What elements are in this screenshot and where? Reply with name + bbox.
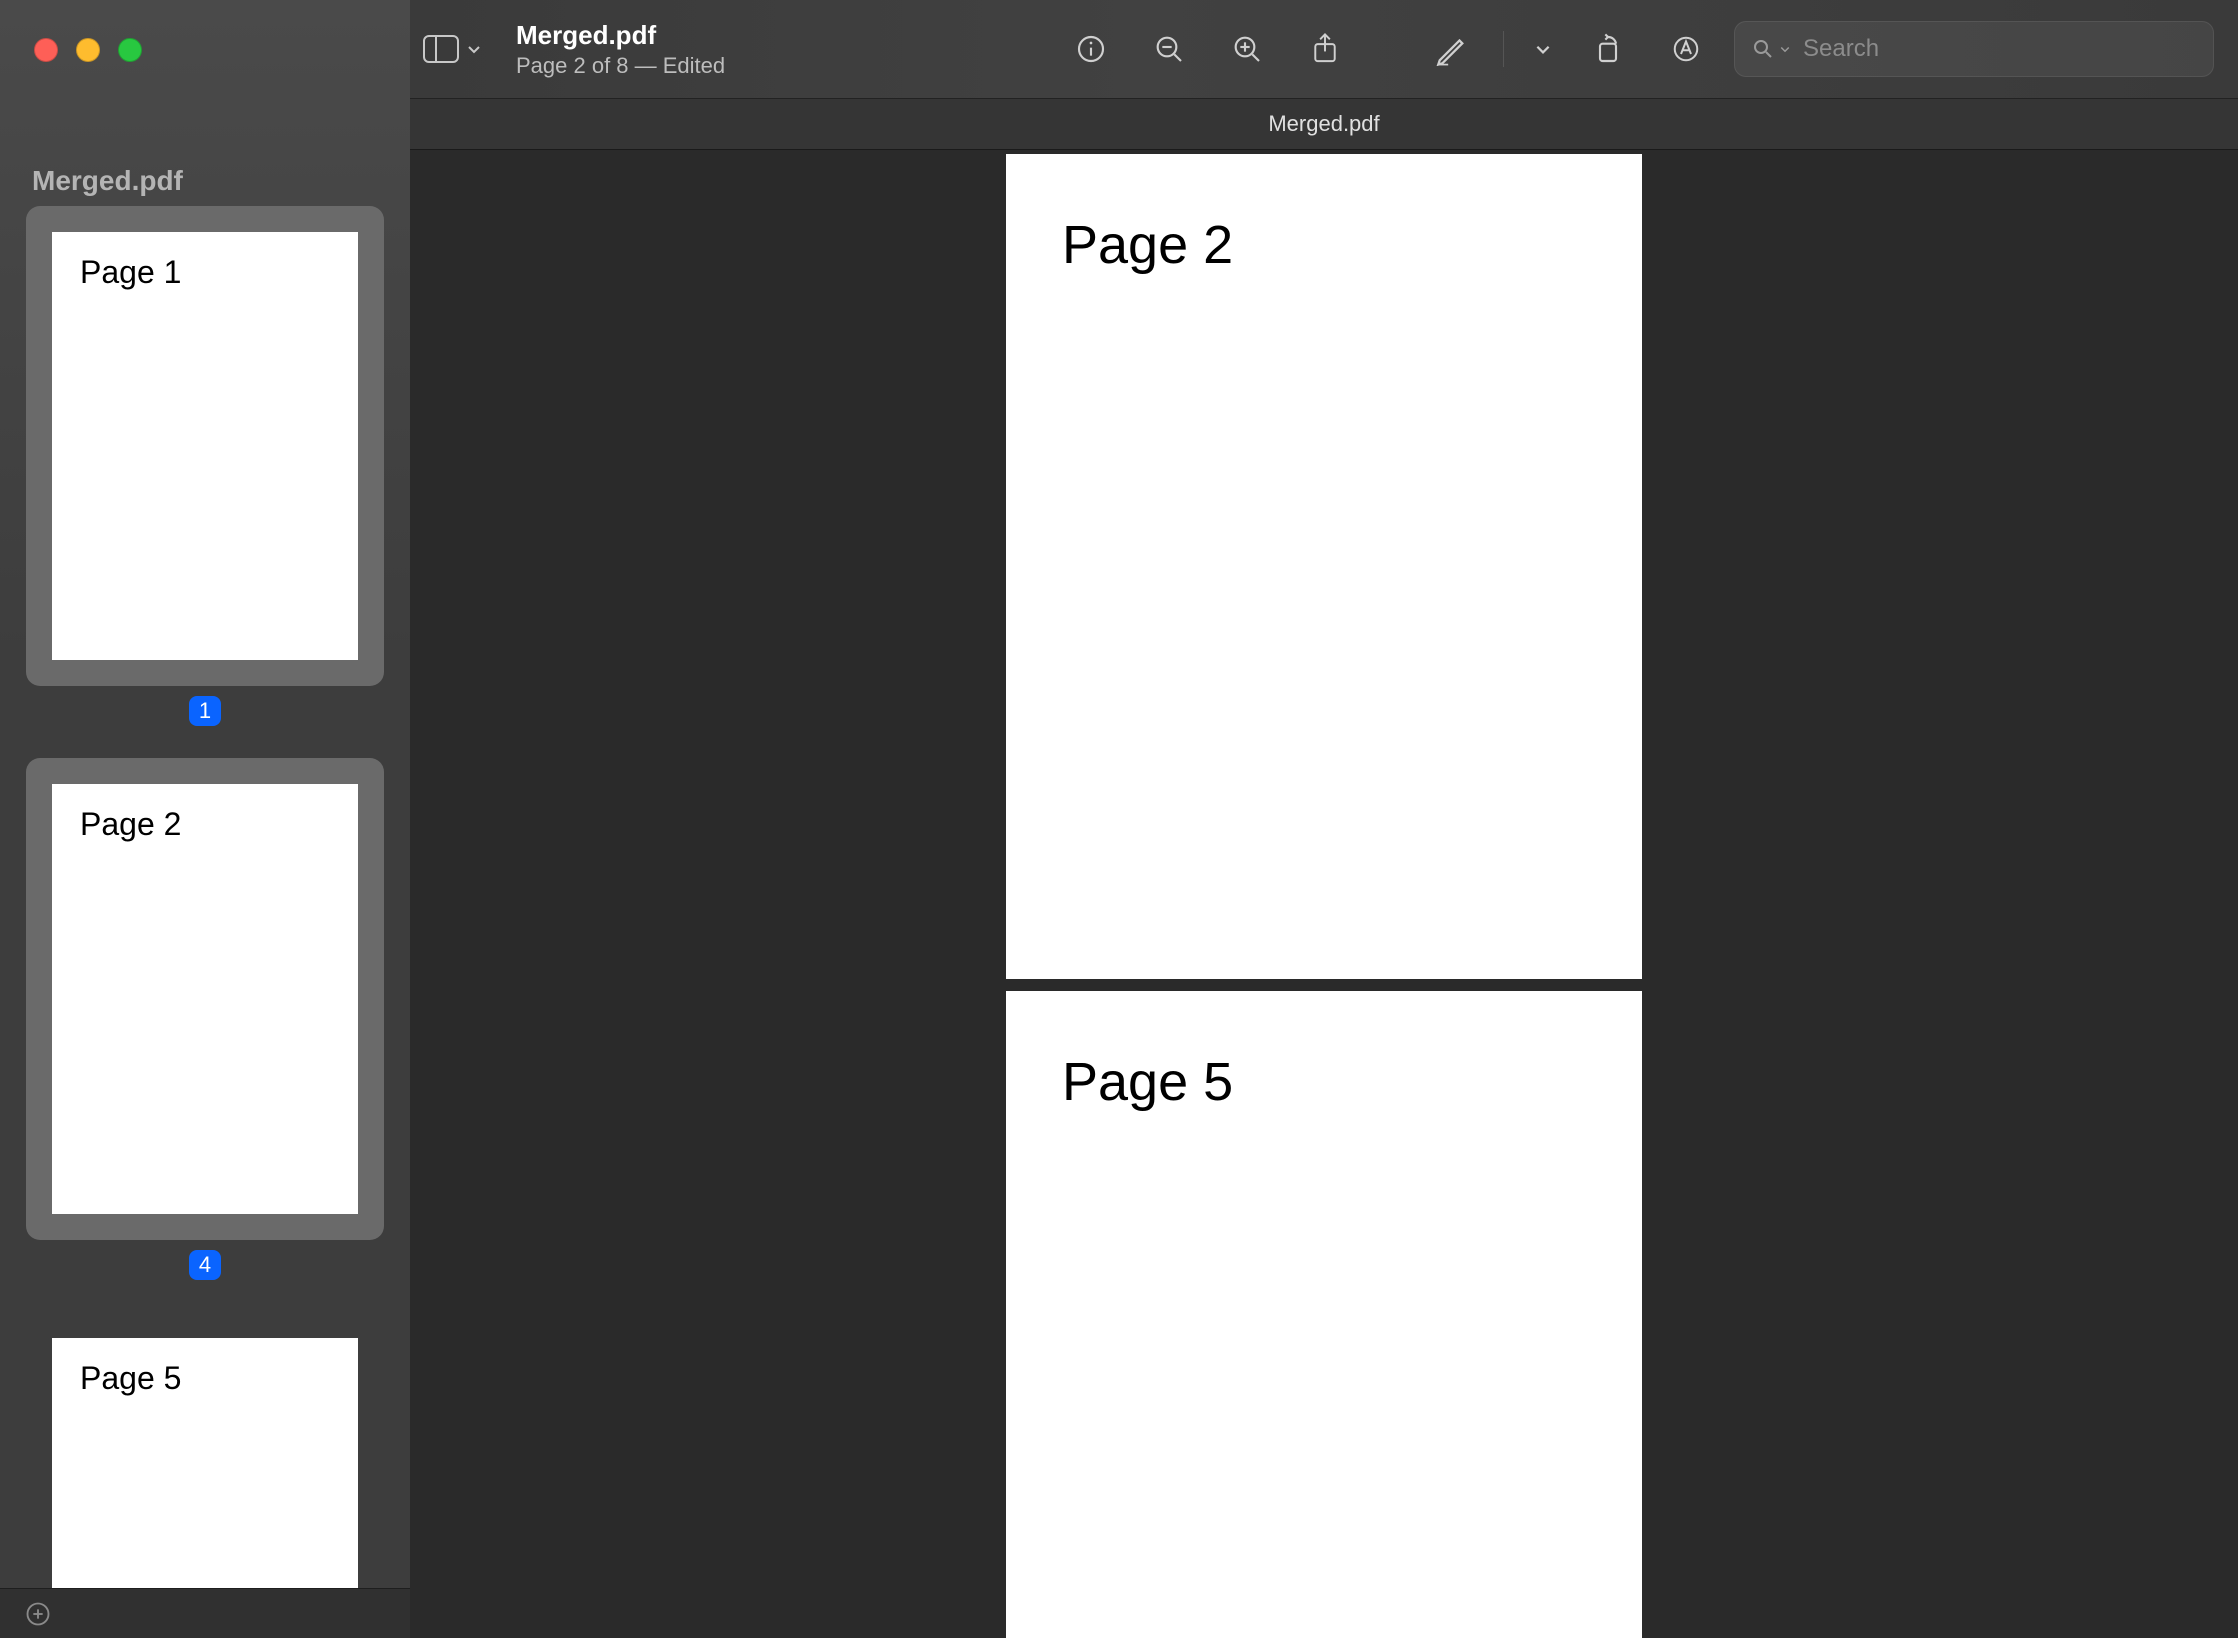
add-page-icon[interactable]	[24, 1600, 52, 1628]
thumbnails-sidebar: Merged.pdf Page 1 1 Page 2 4	[0, 0, 410, 1638]
page-stack: Page 2 Page 5	[1006, 150, 1642, 1638]
thumbnail-number-badge: 1	[189, 696, 221, 726]
thumbnail-frame[interactable]: Page 5	[26, 1312, 384, 1588]
toolbar-left: Merged.pdf Page 2 of 8 — Edited	[422, 20, 725, 79]
document-title-group: Merged.pdf Page 2 of 8 — Edited	[516, 20, 725, 79]
chevron-down-icon	[1534, 40, 1552, 58]
thumbnail-page: Page 2	[52, 784, 358, 1214]
page-content-label: Page 5	[1062, 1052, 1233, 1112]
thumbnail-item[interactable]: Page 5	[0, 1312, 410, 1588]
markup-button[interactable]	[1421, 19, 1481, 79]
document-page[interactable]: Page 5	[1006, 991, 1642, 1638]
highlight-icon	[1671, 34, 1701, 64]
search-field[interactable]	[1734, 21, 2214, 77]
thumbnail-frame[interactable]: Page 2	[26, 758, 384, 1240]
info-icon	[1075, 33, 1107, 65]
thumbnail-item[interactable]: Page 1 1	[0, 206, 410, 726]
zoom-in-icon	[1231, 33, 1263, 65]
thumbnail-list[interactable]: Page 1 1 Page 2 4 Page 5	[0, 200, 410, 1588]
thumbnail-page: Page 5	[52, 1338, 358, 1588]
share-icon	[1310, 32, 1340, 66]
markup-menu-button[interactable]	[1526, 19, 1560, 79]
rotate-icon	[1592, 33, 1624, 65]
info-button[interactable]	[1061, 19, 1121, 79]
tab-document[interactable]: Merged.pdf	[1268, 111, 1379, 137]
app-window: Merged.pdf Page 1 1 Page 2 4	[0, 0, 2238, 1638]
document-title: Merged.pdf	[516, 20, 725, 51]
search-chevron-icon	[1779, 43, 1791, 55]
window-fullscreen-button[interactable]	[118, 38, 142, 62]
thumbnail-item[interactable]: Page 2 4	[0, 758, 410, 1280]
zoom-out-icon	[1153, 33, 1185, 65]
rotate-button[interactable]	[1578, 19, 1638, 79]
markup-icon	[1434, 32, 1468, 66]
thumbnail-frame[interactable]: Page 1	[26, 206, 384, 686]
window-controls	[34, 38, 142, 62]
sidebar-document-title: Merged.pdf	[32, 165, 183, 197]
window-minimize-button[interactable]	[76, 38, 100, 62]
thumbnail-page-label: Page 1	[80, 254, 181, 290]
page-content-label: Page 2	[1062, 215, 1233, 275]
search-input[interactable]	[1803, 35, 2197, 63]
thumbnail-page-label: Page 5	[80, 1360, 181, 1396]
sidebar-toggle-button[interactable]	[422, 34, 482, 64]
sidebar-footer	[0, 1588, 410, 1638]
window-close-button[interactable]	[34, 38, 58, 62]
main-area: Merged.pdf Page 2 of 8 — Edited	[410, 0, 2238, 1638]
toolbar: Merged.pdf Page 2 of 8 — Edited	[410, 0, 2238, 98]
chevron-down-icon	[466, 41, 482, 57]
zoom-out-button[interactable]	[1139, 19, 1199, 79]
document-subtitle: Page 2 of 8 — Edited	[516, 53, 725, 79]
document-viewer[interactable]: Page 2 Page 5	[410, 150, 2238, 1638]
share-button[interactable]	[1295, 19, 1355, 79]
toolbar-separator	[1503, 31, 1504, 67]
highlight-button[interactable]	[1656, 19, 1716, 79]
zoom-in-button[interactable]	[1217, 19, 1277, 79]
thumbnail-page-label: Page 2	[80, 806, 181, 842]
thumbnail-page: Page 1	[52, 232, 358, 660]
search-icon	[1751, 37, 1775, 61]
document-page[interactable]: Page 2	[1006, 154, 1642, 979]
tab-bar: Merged.pdf	[410, 98, 2238, 150]
thumbnail-number-badge: 4	[189, 1250, 221, 1280]
